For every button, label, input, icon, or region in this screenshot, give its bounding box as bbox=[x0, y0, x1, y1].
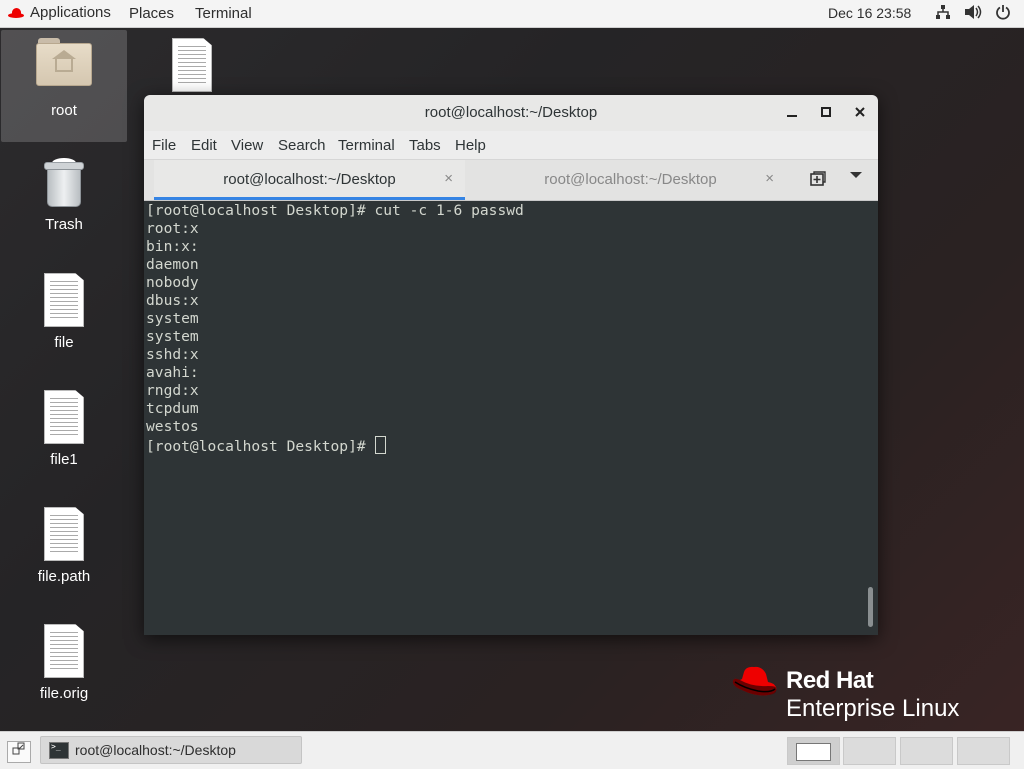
brand-line-1: Red Hat bbox=[786, 667, 874, 694]
terminal-line: daemon bbox=[146, 256, 199, 273]
desktop-icon-file-orig[interactable]: file.orig bbox=[1, 624, 127, 702]
redhat-hat-icon bbox=[732, 666, 777, 696]
desktop-icon-label: file bbox=[54, 334, 74, 351]
desktop-icon-file-path[interactable]: file.path bbox=[1, 507, 127, 585]
places-menu[interactable]: Places bbox=[129, 5, 174, 22]
show-desktop-icon bbox=[12, 742, 25, 755]
applications-label[interactable]: Applications bbox=[30, 4, 111, 21]
minimize-button[interactable] bbox=[782, 103, 802, 123]
desktop-icon-label: file.orig bbox=[39, 685, 89, 702]
system-tray[interactable] bbox=[934, 4, 1012, 24]
tab-active[interactable]: root@localhost:~/Desktop × bbox=[154, 160, 465, 200]
terminal-line: dbus:x bbox=[146, 292, 199, 309]
menu-search[interactable]: Search bbox=[278, 137, 326, 154]
terminal-line: nobody bbox=[146, 274, 199, 291]
terminal-line: bin:x: bbox=[146, 238, 199, 255]
workspace-4[interactable] bbox=[957, 737, 1010, 765]
terminal-output[interactable]: [root@localhost Desktop]# cut -c 1-6 pas… bbox=[144, 201, 878, 635]
menu-view[interactable]: View bbox=[231, 137, 263, 154]
minimize-icon bbox=[787, 115, 797, 117]
terminal-line: system bbox=[146, 328, 199, 345]
document-icon bbox=[172, 38, 212, 92]
desktop-icon-root[interactable]: root bbox=[1, 30, 127, 142]
terminal-app-menu[interactable]: Terminal bbox=[195, 5, 252, 22]
menu-file[interactable]: File bbox=[152, 137, 176, 154]
bottom-panel: root@localhost:~/Desktop bbox=[0, 731, 1024, 769]
taskbar-item-terminal[interactable]: root@localhost:~/Desktop bbox=[40, 736, 302, 764]
terminal-window[interactable]: root@localhost:~/Desktop File Edit View … bbox=[144, 95, 878, 635]
terminal-line: [root@localhost Desktop]# cut -c 1-6 pas… bbox=[146, 202, 524, 219]
home-folder-icon bbox=[36, 38, 92, 86]
menu-help[interactable]: Help bbox=[455, 137, 486, 154]
network-icon[interactable] bbox=[934, 4, 952, 24]
desktop-icon-partial-file[interactable] bbox=[128, 38, 256, 92]
menu-tabs[interactable]: Tabs bbox=[409, 137, 441, 154]
terminal-cursor bbox=[375, 436, 387, 454]
terminal-scrollbar[interactable] bbox=[868, 587, 873, 627]
terminal-line: avahi: bbox=[146, 364, 199, 381]
terminal-line: root:x bbox=[146, 220, 199, 237]
desktop-icon-label: file.path bbox=[37, 568, 91, 585]
show-desktop-button[interactable] bbox=[7, 741, 31, 763]
new-tab-icon bbox=[810, 171, 826, 186]
workspace-1[interactable] bbox=[787, 737, 840, 765]
clock[interactable]: Dec 16 23:58 bbox=[828, 5, 911, 21]
document-icon bbox=[44, 390, 84, 444]
redhat-logo-icon bbox=[8, 7, 24, 19]
terminal-line: westos bbox=[146, 418, 199, 435]
desktop-icon-label: file1 bbox=[50, 451, 78, 468]
tab-close-icon[interactable]: × bbox=[765, 170, 774, 187]
desktop-icon-label: Trash bbox=[45, 216, 83, 233]
terminal-line: system bbox=[146, 310, 199, 327]
desktop-icon-file[interactable]: file bbox=[1, 273, 127, 351]
close-icon bbox=[855, 107, 865, 117]
desktop-icon-trash[interactable]: Trash bbox=[1, 158, 127, 233]
document-icon bbox=[44, 273, 84, 327]
top-panel: Applications Places Terminal Dec 16 23:5… bbox=[0, 0, 1024, 28]
desktop-icon-label: root bbox=[51, 102, 77, 119]
brand-line-2: Enterprise Linux bbox=[786, 695, 960, 722]
tab-inactive[interactable]: root@localhost:~/Desktop × bbox=[475, 160, 786, 200]
document-icon bbox=[44, 507, 84, 561]
new-tab-button[interactable] bbox=[808, 170, 828, 190]
menu-bar: File Edit View Search Terminal Tabs Help bbox=[144, 131, 878, 160]
tab-list-dropdown-icon[interactable] bbox=[850, 172, 862, 178]
applications-menu[interactable]: Applications bbox=[8, 4, 111, 21]
desktop-icon-file1[interactable]: file1 bbox=[1, 390, 127, 468]
terminal-line: rngd:x bbox=[146, 382, 199, 399]
close-button[interactable] bbox=[850, 103, 870, 123]
terminal-line: sshd:x bbox=[146, 346, 199, 363]
terminal-line: tcpdum bbox=[146, 400, 199, 417]
redhat-enterprise-linux-logo: Red Hat Enterprise Linux bbox=[728, 664, 988, 724]
workspace-3[interactable] bbox=[900, 737, 953, 765]
tab-label: root@localhost:~/Desktop bbox=[223, 171, 396, 188]
terminal-prompt-line[interactable]: [root@localhost Desktop]# bbox=[146, 436, 878, 455]
workspace-2[interactable] bbox=[843, 737, 896, 765]
maximize-icon bbox=[821, 107, 831, 117]
window-titlebar[interactable]: root@localhost:~/Desktop bbox=[144, 95, 878, 131]
tab-close-icon[interactable]: × bbox=[444, 170, 453, 187]
active-tab-indicator bbox=[154, 197, 465, 200]
volume-icon[interactable] bbox=[964, 4, 982, 24]
tab-label: root@localhost:~/Desktop bbox=[544, 171, 717, 188]
terminal-app-icon bbox=[49, 742, 69, 759]
tab-bar: root@localhost:~/Desktop × root@localhos… bbox=[144, 160, 878, 201]
terminal-prompt: [root@localhost Desktop]# bbox=[146, 438, 375, 455]
menu-edit[interactable]: Edit bbox=[191, 137, 217, 154]
taskbar-item-label: root@localhost:~/Desktop bbox=[75, 742, 236, 758]
menu-terminal[interactable]: Terminal bbox=[338, 137, 395, 154]
window-title: root@localhost:~/Desktop bbox=[424, 104, 598, 121]
trash-icon bbox=[44, 158, 84, 208]
maximize-button[interactable] bbox=[816, 103, 836, 123]
document-icon bbox=[44, 624, 84, 678]
power-icon[interactable] bbox=[994, 4, 1012, 24]
